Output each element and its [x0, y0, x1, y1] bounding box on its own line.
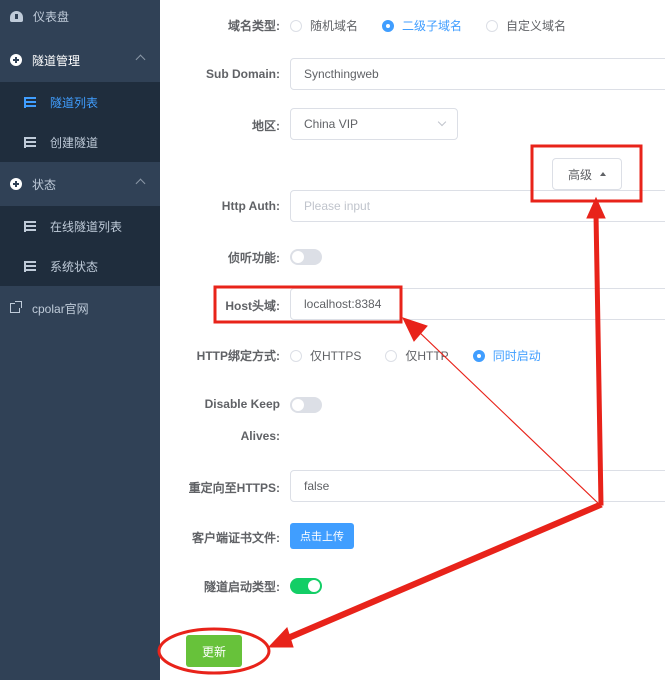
sidebar-item-label: 创建隧道 [50, 135, 99, 150]
host-header-value: localhost:8384 [304, 297, 382, 311]
start-type-switch[interactable] [290, 578, 322, 594]
sidebar-item-online-tunnels[interactable]: 在线隧道列表 [0, 206, 160, 246]
http-auth-input[interactable]: Please input [290, 190, 665, 222]
redirect-https-label: 重定向至HTTPS: [188, 481, 280, 495]
radio-circle-icon [290, 19, 302, 32]
sidebar-item-dashboard[interactable]: 仪表盘 [0, 0, 160, 36]
chevron-up-icon [135, 54, 146, 65]
radio-custom-domain[interactable]: 自定义域名 [486, 17, 566, 34]
radio-circle-icon [472, 349, 485, 362]
sidebar-item-label: 系统状态 [50, 259, 99, 274]
grid-icon [24, 136, 36, 148]
grid-icon [24, 260, 36, 272]
redirect-https-value: false [304, 479, 330, 493]
radio-circle-icon [382, 19, 395, 32]
advanced-button[interactable]: 高级 [552, 158, 622, 190]
domain-type-label: 域名类型: [228, 19, 280, 33]
sidebar-item-create-tunnel[interactable]: 创建隧道 [0, 122, 160, 162]
region-select[interactable]: China VIP [290, 108, 458, 140]
disable-keep-alives-label: Disable Keep [204, 397, 280, 411]
sidebar-item-system-status[interactable]: 系统状态 [0, 246, 160, 286]
http-bind-label: HTTP绑定方式: [196, 349, 280, 363]
dashboard-icon [10, 10, 23, 22]
upload-button[interactable]: 点击上传 [290, 523, 354, 549]
grid-icon [24, 96, 36, 108]
sidebar: 仪表盘 隧道管理 隧道列表 创建隧道 状态 在线隧道列表 系统状态 cpolar… [0, 0, 160, 680]
sidebar-item-label: 隧道列表 [50, 95, 99, 110]
advanced-button-label: 高级 [567, 167, 592, 182]
sidebar-item-label: 在线隧道列表 [50, 219, 123, 234]
redirect-https-input[interactable]: false [290, 470, 665, 502]
grid-icon [24, 220, 36, 232]
radio-subdomain[interactable]: 二级子域名 [382, 17, 462, 34]
chevron-down-icon [437, 117, 447, 127]
chevron-up-icon [135, 178, 146, 189]
sidebar-item-status[interactable]: 状态 [0, 164, 160, 204]
host-header-label: Host头域: [225, 299, 280, 313]
arrow-head-update [267, 627, 294, 648]
radio-circle-icon [290, 349, 302, 362]
external-link-icon [10, 301, 22, 313]
disable-keep-alives-label-2: Alives: [240, 429, 280, 443]
sidebar-item-cpolar-site[interactable]: cpolar官网 [0, 288, 160, 328]
listen-label: 侦听功能: [228, 251, 280, 265]
sidebar-item-label: 隧道管理 [32, 53, 81, 68]
subdomain-input[interactable]: Syncthingweb [290, 58, 665, 90]
region-label: 地区: [252, 119, 280, 133]
update-button-label: 更新 [201, 644, 226, 659]
region-value: China VIP [304, 117, 359, 131]
radio-http-only[interactable]: 仅HTTP [385, 347, 449, 364]
plus-circle-icon [10, 178, 22, 190]
arrow-head-host [402, 317, 428, 342]
subdomain-value: Syncthingweb [304, 67, 379, 81]
radio-circle-icon [486, 19, 499, 32]
radio-random-domain[interactable]: 随机域名 [290, 17, 358, 34]
update-button[interactable]: 更新 [186, 635, 242, 667]
http-auth-label: Http Auth: [221, 199, 280, 213]
listen-switch[interactable] [290, 249, 322, 265]
start-type-label: 隧道启动类型: [204, 580, 280, 594]
radio-circle-icon [385, 349, 398, 362]
sidebar-item-label: 仪表盘 [33, 9, 70, 24]
sidebar-item-tunnel-list[interactable]: 隧道列表 [0, 82, 160, 122]
client-cert-label: 客户端证书文件: [192, 531, 280, 545]
sidebar-item-label: 状态 [32, 177, 57, 192]
disable-keep-alives-switch[interactable] [290, 397, 322, 413]
radio-https-only[interactable]: 仅HTTPS [290, 347, 361, 364]
http-auth-placeholder: Please input [304, 199, 371, 213]
sidebar-item-tunnel-management[interactable]: 隧道管理 [0, 40, 160, 80]
upload-button-label: 点击上传 [300, 531, 344, 543]
subdomain-label: Sub Domain: [206, 67, 280, 81]
plus-circle-icon [10, 54, 22, 66]
http-bind-radio-group: 仅HTTPS 仅HTTP 同时启动 [290, 347, 565, 364]
caret-up-icon [600, 172, 606, 176]
radio-both[interactable]: 同时启动 [472, 347, 541, 364]
domain-type-radio-group: 随机域名 二级子域名 自定义域名 [290, 17, 590, 34]
sidebar-item-label: cpolar官网 [32, 301, 89, 316]
host-header-input[interactable]: localhost:8384 [290, 288, 665, 320]
arrow-shaft-up [593, 213, 604, 506]
